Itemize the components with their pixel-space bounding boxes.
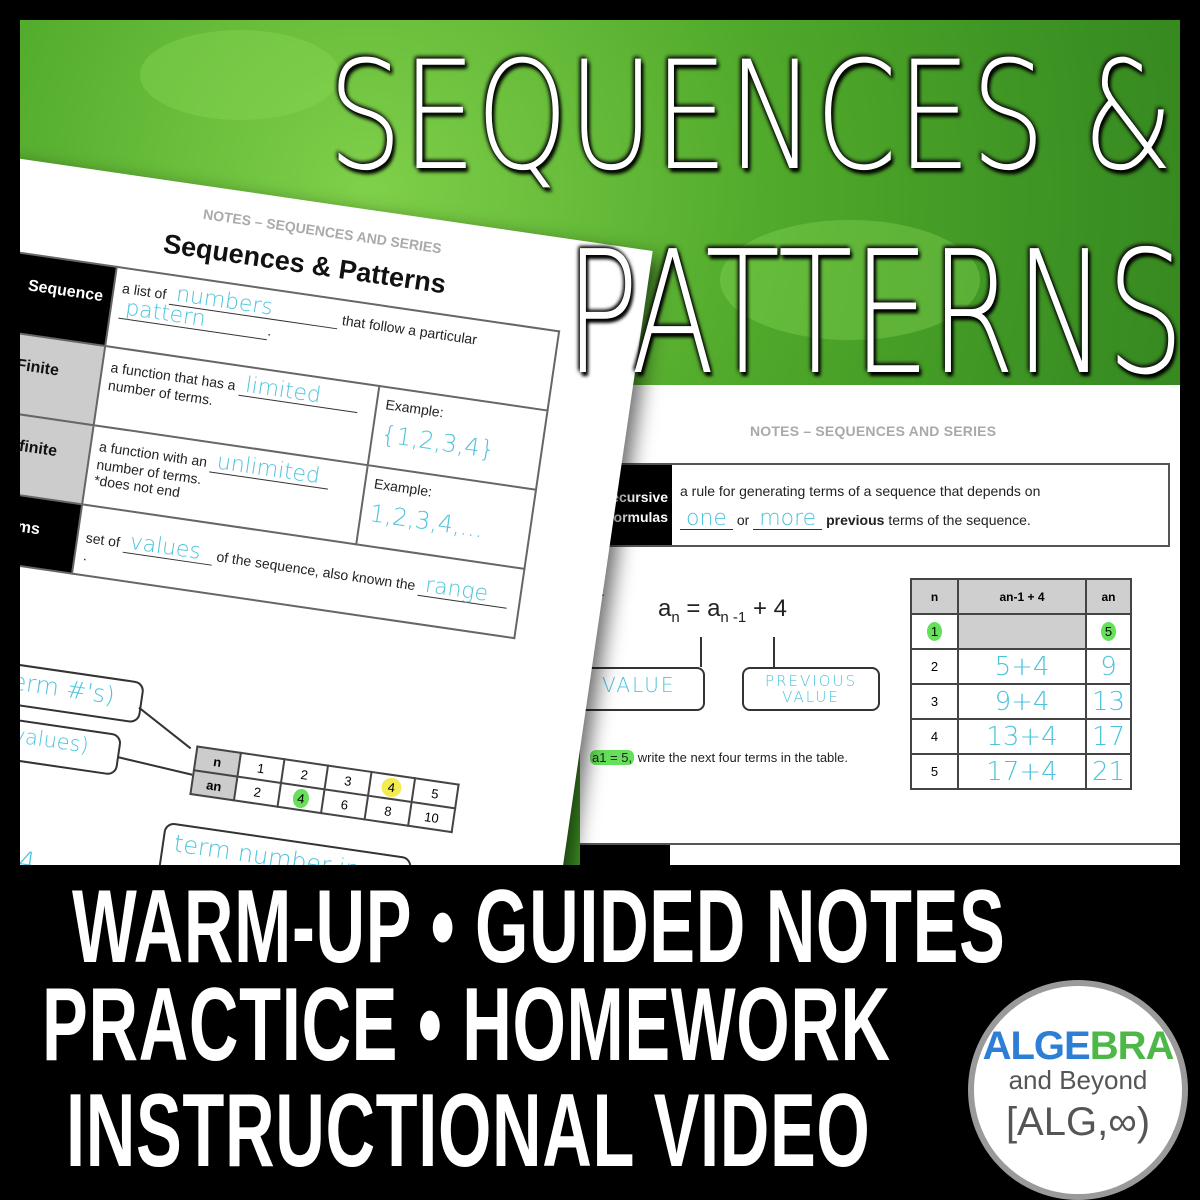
page-header: NOTES – SEQUENCES AND SERIES [750, 423, 997, 439]
connector [773, 637, 775, 667]
definition-text: a rule for generating terms of a sequenc… [680, 483, 1041, 499]
table-row: 5 17+4 21 [910, 753, 1132, 790]
title-line1: SEQUENCES & [328, 30, 1174, 204]
instruction: a1 = 5, write the next four terms in the… [590, 750, 849, 765]
connector [700, 637, 702, 667]
texture [140, 30, 340, 120]
blank-answer: more [753, 508, 823, 530]
bottom-line3: INSTRUCTIONAL VIDEO [66, 1073, 871, 1189]
logo-notation: [ALG,∞) [1005, 1100, 1151, 1144]
table-row: 3 9+4 13 [910, 683, 1132, 720]
a1-note: a1 = 4 [20, 836, 38, 865]
bottom-line2: PRACTICE • HOMEWORK [42, 967, 891, 1083]
algebra-and-beyond-logo: ALGEBRA and Beyond [ALG,∞) [968, 980, 1188, 1200]
definitions-table: Sequence a list of numbers that follow a… [20, 247, 560, 639]
text: previous [826, 512, 885, 528]
definition-box: Recursive Formulas a rule for generating… [580, 463, 1170, 547]
table-row: 2 5+4 9 [910, 648, 1132, 685]
next-section [580, 843, 1180, 865]
left-notes-page: NOTES – SEQUENCES AND SERIES Sequences &… [20, 150, 653, 865]
connector [117, 756, 195, 777]
right-notes-page: NOTES – SEQUENCES AND SERIES Recursive F… [560, 385, 1180, 865]
logo-subtitle: and Beyond [1008, 1065, 1148, 1095]
title-line2: PATTERNS [565, 215, 1180, 413]
previous-value-box: PREVIOUS VALUE [742, 667, 880, 711]
table-row: 15 [910, 613, 1132, 650]
equation: an = an -1 + 4 [658, 595, 787, 626]
logo-word: ALGEBRA [982, 1024, 1175, 1068]
domain-callout: DOMAIN (term #'s) [20, 643, 146, 724]
term-number-callout: term number in the sequence [153, 821, 413, 865]
text: or [736, 512, 750, 528]
connector [138, 706, 192, 750]
blank-answer: one [680, 508, 733, 530]
table-row: 4 13+4 17 [910, 718, 1132, 755]
sequence-table: n an-1 + 4 an 15 2 5+4 9 3 9+4 13 4 13+4 17 5 17+… [910, 578, 1132, 790]
green-banner: NOTES – SEQUENCES AND SERIES Recursive F… [20, 20, 1180, 865]
text: terms of the sequence. [888, 512, 1031, 528]
term-table: n12345 an 2 4 6 8 10 [189, 745, 460, 834]
definition-line2: one or more previous terms of the sequen… [680, 508, 1031, 530]
